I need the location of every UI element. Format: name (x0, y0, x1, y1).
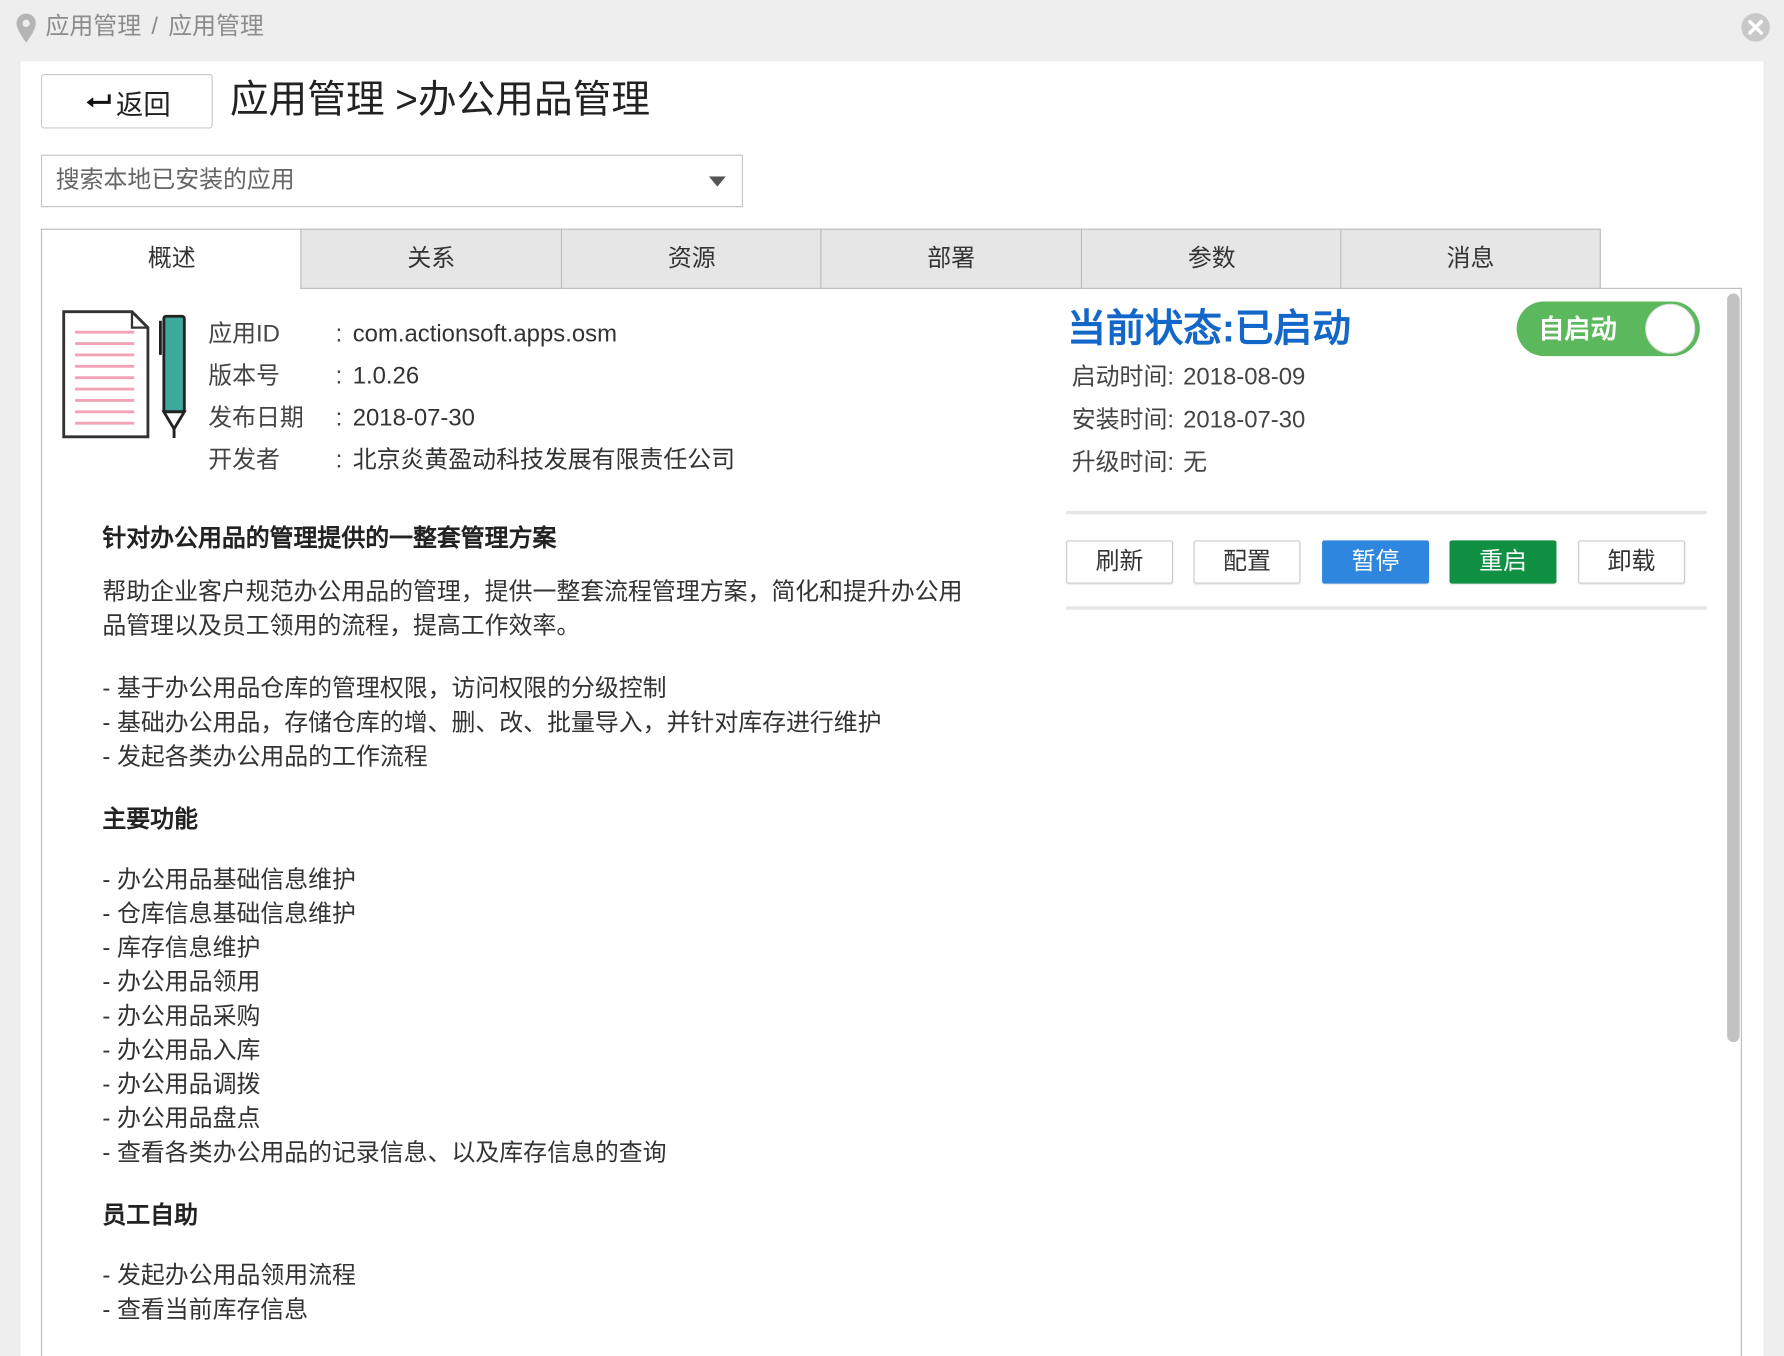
intro-line: 帮助企业客户规范办公用品的管理，提供一整套流程管理方案，简化和提升办公用 (102, 579, 963, 606)
chevron-down-icon[interactable] (708, 176, 726, 187)
divider (1066, 606, 1707, 610)
start-time-value: 2018-08-09 (1183, 364, 1306, 391)
info-separator: : (335, 447, 343, 474)
list-item: - 办公用品调拨 (102, 1071, 261, 1098)
list-item: - 库存信息维护 (102, 935, 261, 962)
back-button-label: 返回 (116, 89, 171, 121)
description-intro: 帮助企业客户规范办公用品的管理，提供一整套流程管理方案，简化和提升办公用 品管理… (102, 576, 1012, 644)
time-label: 升级时间: (1071, 449, 1174, 476)
install-time-value: 2018-07-30 (1183, 406, 1306, 433)
info-row-developer: 开发者 : 北京炎黄盈动科技发展有限责任公司 (208, 439, 1004, 481)
divider (1066, 510, 1707, 515)
toggle-knob[interactable] (1645, 303, 1696, 354)
back-arrow-icon (86, 94, 111, 108)
list-item: - 发起办公用品领用流程 (102, 1262, 356, 1289)
app-description: 针对办公用品的管理提供的一整套管理方案 帮助企业客户规范办公用品的管理，提供一整… (102, 522, 1012, 1327)
auto-start-toggle[interactable]: 自启动 (1516, 301, 1700, 357)
location-pin-icon (16, 13, 36, 43)
info-value-developer: 北京炎黄盈动科技发展有限责任公司 (352, 447, 735, 474)
info-label: 开发者 (208, 447, 280, 474)
breadcrumb-item-current: 应用管理 (168, 13, 264, 40)
info-separator: : (335, 404, 343, 432)
refresh-button[interactable]: 刷新 (1066, 540, 1174, 584)
configure-button[interactable]: 配置 (1193, 540, 1301, 584)
uninstall-button[interactable]: 卸载 (1578, 540, 1686, 584)
info-value-version: 1.0.26 (352, 362, 420, 390)
info-label: 应用ID (208, 320, 280, 347)
intro-line: 品管理以及员工领用的流程，提高工作效率。 (102, 613, 581, 640)
restart-button[interactable]: 重启 (1449, 540, 1557, 584)
tab-deployment[interactable]: 部署 (820, 228, 1081, 289)
search-input[interactable] (42, 155, 705, 206)
pause-button[interactable]: 暂停 (1322, 540, 1430, 584)
app-manager-window: 应用管理 / 应用管理 返回 应用管理 >办公用品管理 概述 关系 资源 部署 参数… (0, 0, 1784, 1356)
vertical-scrollbar[interactable] (1727, 293, 1740, 1043)
main-features-list: - 办公用品基础信息维护 - 仓库信息基础信息维护 - 库存信息维护 - 办公用… (102, 863, 1012, 1170)
tab-messages[interactable]: 消息 (1340, 228, 1601, 289)
status-title: 当前状态:已启动 (1067, 307, 1351, 351)
info-separator: : (335, 320, 343, 347)
time-label: 启动时间: (1071, 364, 1174, 391)
tab-bar: 概述 关系 资源 部署 参数 消息 (40, 228, 1602, 289)
list-item: - 基于办公用品仓库的管理权限，访问权限的分级控制 (102, 675, 667, 702)
list-item: - 办公用品采购 (102, 1003, 261, 1030)
list-item: - 仓库信息基础信息维护 (102, 900, 356, 928)
info-row-version: 版本号 : 1.0.26 (208, 355, 1004, 397)
section-title-main-features: 主要功能 (102, 806, 198, 833)
upgrade-time-value: 无 (1183, 449, 1207, 476)
info-label: 发布日期 (208, 404, 304, 432)
info-label: 版本号 (208, 362, 280, 390)
description-points: - 基于办公用品仓库的管理权限，访问权限的分级控制 - 基础办公用品，存储仓库的… (102, 672, 1012, 774)
tab-overview[interactable]: 概述 (40, 228, 302, 289)
tab-parameters[interactable]: 参数 (1080, 228, 1342, 289)
status-times: 启动时间: 2018-08-09 安装时间: 2018-07-30 升级时间: 无 (1072, 356, 1306, 484)
list-item: - 办公用品入库 (102, 1037, 261, 1064)
info-row-app-id: 应用ID : com.actionsoft.apps.osm (208, 313, 1004, 355)
description-heading: 针对办公用品的管理提供的一整套管理方案 (102, 525, 557, 552)
close-circle-icon[interactable] (1740, 11, 1772, 43)
start-time-row: 启动时间: 2018-08-09 (1072, 356, 1306, 399)
upgrade-time-row: 升级时间: 无 (1072, 441, 1306, 484)
section-title-self-service: 员工自助 (102, 1202, 198, 1229)
app-info: 应用ID : com.actionsoft.apps.osm 版本号 : 1.0… (208, 313, 1004, 481)
install-time-row: 安装时间: 2018-07-30 (1072, 399, 1306, 442)
tab-relations[interactable]: 关系 (300, 228, 561, 289)
list-item: - 办公用品领用 (102, 969, 261, 996)
breadcrumb-separator: / (151, 13, 158, 40)
list-item: - 查看各类办公用品的记录信息、以及库存信息的查询 (102, 1139, 667, 1167)
self-service-list: - 发起办公用品领用流程 - 查看当前库存信息 (102, 1259, 1012, 1327)
tab-resources[interactable]: 资源 (560, 228, 822, 289)
breadcrumb: 应用管理 / 应用管理 (46, 10, 264, 44)
time-label: 安装时间: (1071, 406, 1174, 433)
info-separator: : (335, 362, 343, 390)
info-value-app-id: com.actionsoft.apps.osm (352, 320, 617, 347)
page-title: 应用管理 >办公用品管理 (229, 78, 651, 122)
list-item: - 办公用品盘点 (102, 1105, 261, 1132)
list-item: - 发起各类办公用品的工作流程 (102, 743, 428, 771)
info-row-release-date: 发布日期 : 2018-07-30 (208, 397, 1004, 439)
app-search-select[interactable] (40, 154, 743, 208)
action-buttons: 刷新 配置 暂停 重启 卸载 (1066, 540, 1686, 584)
list-item: - 基础办公用品，存储仓库的增、删、改、批量导入，并针对库存进行维护 (102, 709, 882, 737)
breadcrumb-item-app-management[interactable]: 应用管理 (46, 14, 142, 40)
auto-start-toggle-label: 自启动 (1538, 313, 1617, 344)
list-item: - 查看当前库存信息 (102, 1296, 309, 1324)
info-value-release-date: 2018-07-30 (352, 404, 475, 432)
back-button[interactable]: 返回 (40, 73, 213, 129)
document-pen-icon (62, 310, 187, 439)
list-item: - 办公用品基础信息维护 (102, 866, 356, 894)
